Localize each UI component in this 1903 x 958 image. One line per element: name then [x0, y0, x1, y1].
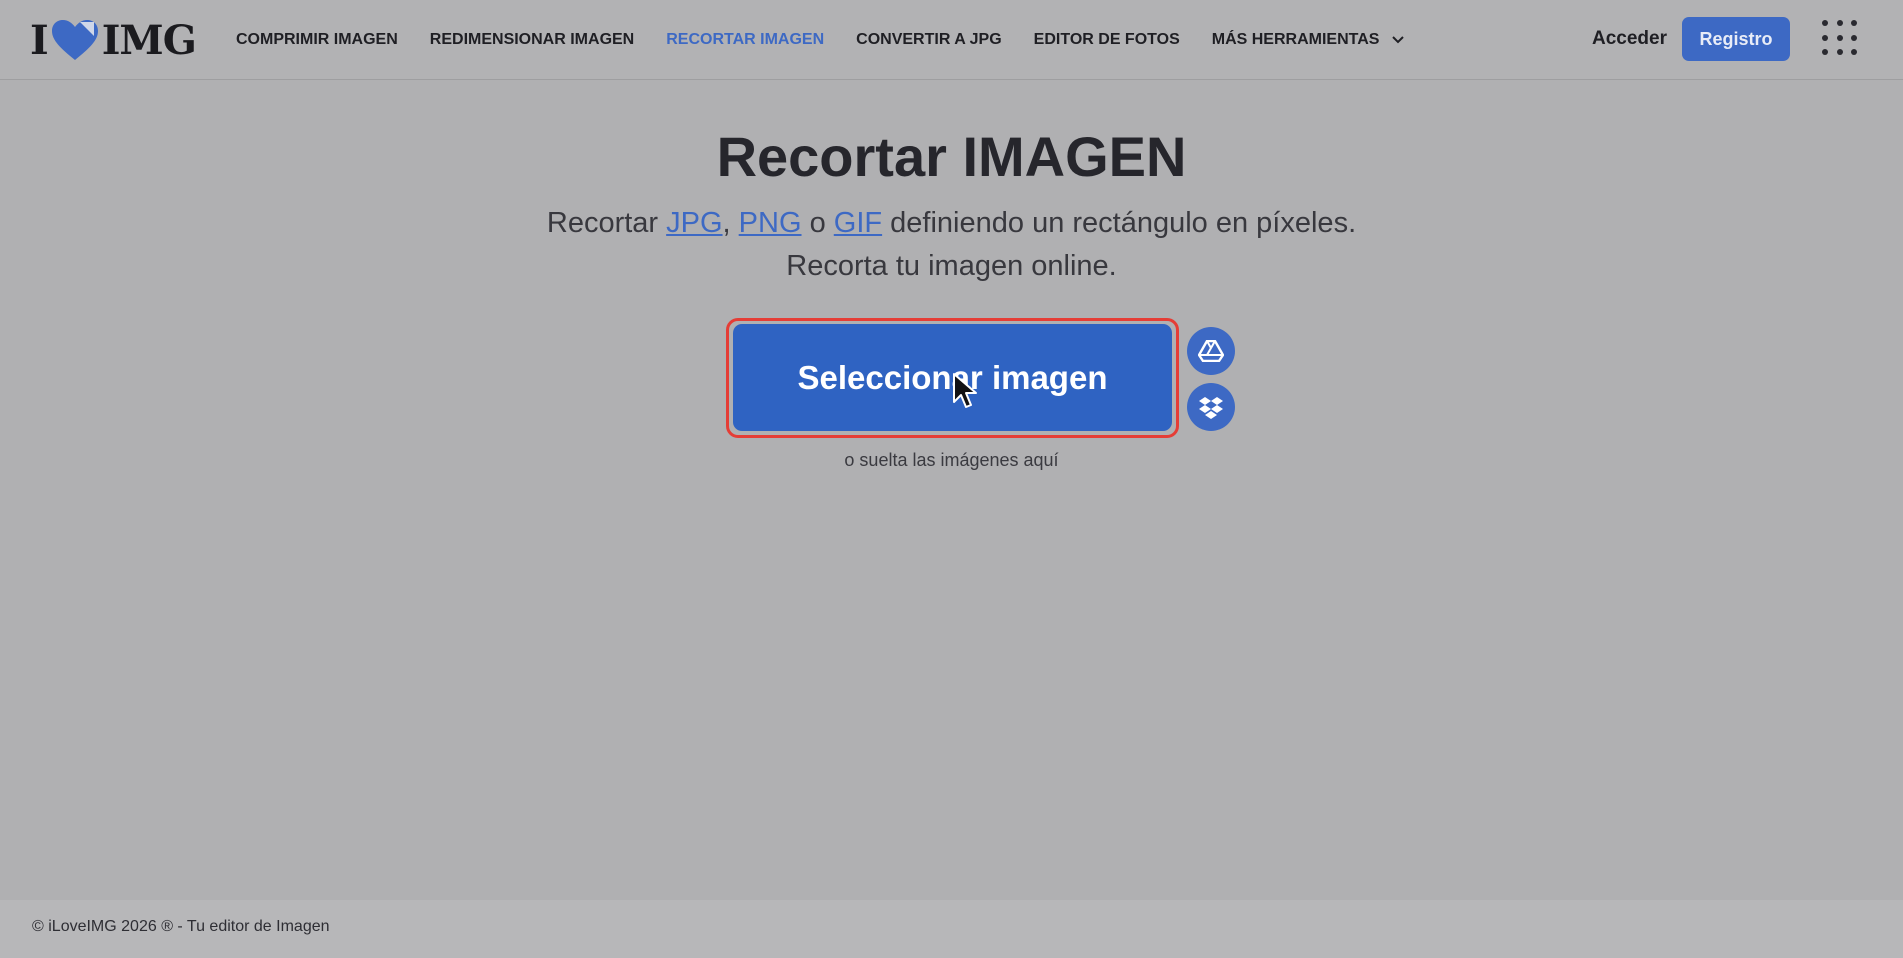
nav-item-convertir[interactable]: CONVERTIR A JPG: [856, 31, 1002, 49]
drop-hint: o suelta las imágenes aquí: [844, 450, 1059, 470]
apps-grid-icon[interactable]: [1822, 20, 1858, 56]
mouse-cursor-icon: [953, 373, 977, 408]
png-link[interactable]: PNG: [739, 207, 802, 239]
footer: © iLoveIMG 2026 ® - Tu editor de Imagen: [0, 900, 1903, 958]
chevron-down-icon: [1392, 36, 1405, 44]
subtitle-suffix: definiendo un rectángulo en píxeles.: [882, 207, 1357, 239]
nav-item-label: CONVERTIR A JPG: [856, 31, 1002, 48]
dropbox-icon: [1199, 397, 1223, 419]
dropbox-button[interactable]: [1187, 383, 1235, 431]
nav-item-recortar[interactable]: RECORTAR IMAGEN: [666, 31, 824, 49]
top-header: I IMG COMPRIMIR IMAGEN REDIMENSIONAR IMA…: [0, 0, 1903, 80]
jpg-link[interactable]: JPG: [666, 207, 722, 239]
google-drive-button[interactable]: [1187, 327, 1235, 375]
footer-copyright: © iLoveIMG 2026 ® - Tu editor de Imagen: [32, 918, 330, 935]
subtitle-line-2: Recorta tu imagen online.: [786, 250, 1117, 282]
nav-item-redimensionar[interactable]: REDIMENSIONAR IMAGEN: [430, 31, 634, 49]
subtitle-separator: ,: [722, 207, 739, 239]
nav-item-label: RECORTAR IMAGEN: [666, 31, 825, 48]
nav-item-comprimir[interactable]: COMPRIMIR IMAGEN: [236, 31, 398, 49]
subtitle-prefix: Recortar: [546, 207, 667, 239]
logo-letters-img: IMG: [101, 16, 197, 64]
page-subtitle: Recortar JPG, PNG o GIF definiendo un re…: [0, 202, 1903, 288]
page-title: Recortar IMAGEN: [716, 125, 1187, 188]
logo-letter-i: I: [30, 16, 49, 64]
google-drive-icon: [1198, 340, 1224, 362]
nav-item-editor[interactable]: EDITOR DE FOTOS: [1034, 31, 1180, 49]
nav-item-label: EDITOR DE FOTOS: [1033, 31, 1180, 48]
subtitle-line-1: Recortar JPG, PNG o GIF definiendo un re…: [0, 202, 1903, 245]
nav-item-label: REDIMENSIONAR IMAGEN: [429, 31, 635, 48]
gif-link[interactable]: GIF: [834, 207, 882, 239]
main-nav: COMPRIMIR IMAGEN REDIMENSIONAR IMAGEN RE…: [236, 0, 1437, 80]
logo[interactable]: I IMG: [30, 16, 197, 64]
subtitle-separator: o: [801, 207, 834, 239]
login-link[interactable]: Acceder: [1592, 28, 1667, 50]
register-button[interactable]: Registro: [1682, 17, 1790, 61]
nav-item-label: MÁS HERRAMIENTAS: [1211, 31, 1380, 48]
nav-item-label: COMPRIMIR IMAGEN: [236, 31, 398, 48]
heart-icon: [51, 20, 98, 60]
nav-item-mas-herramientas[interactable]: MÁS HERRAMIENTAS: [1212, 31, 1406, 49]
